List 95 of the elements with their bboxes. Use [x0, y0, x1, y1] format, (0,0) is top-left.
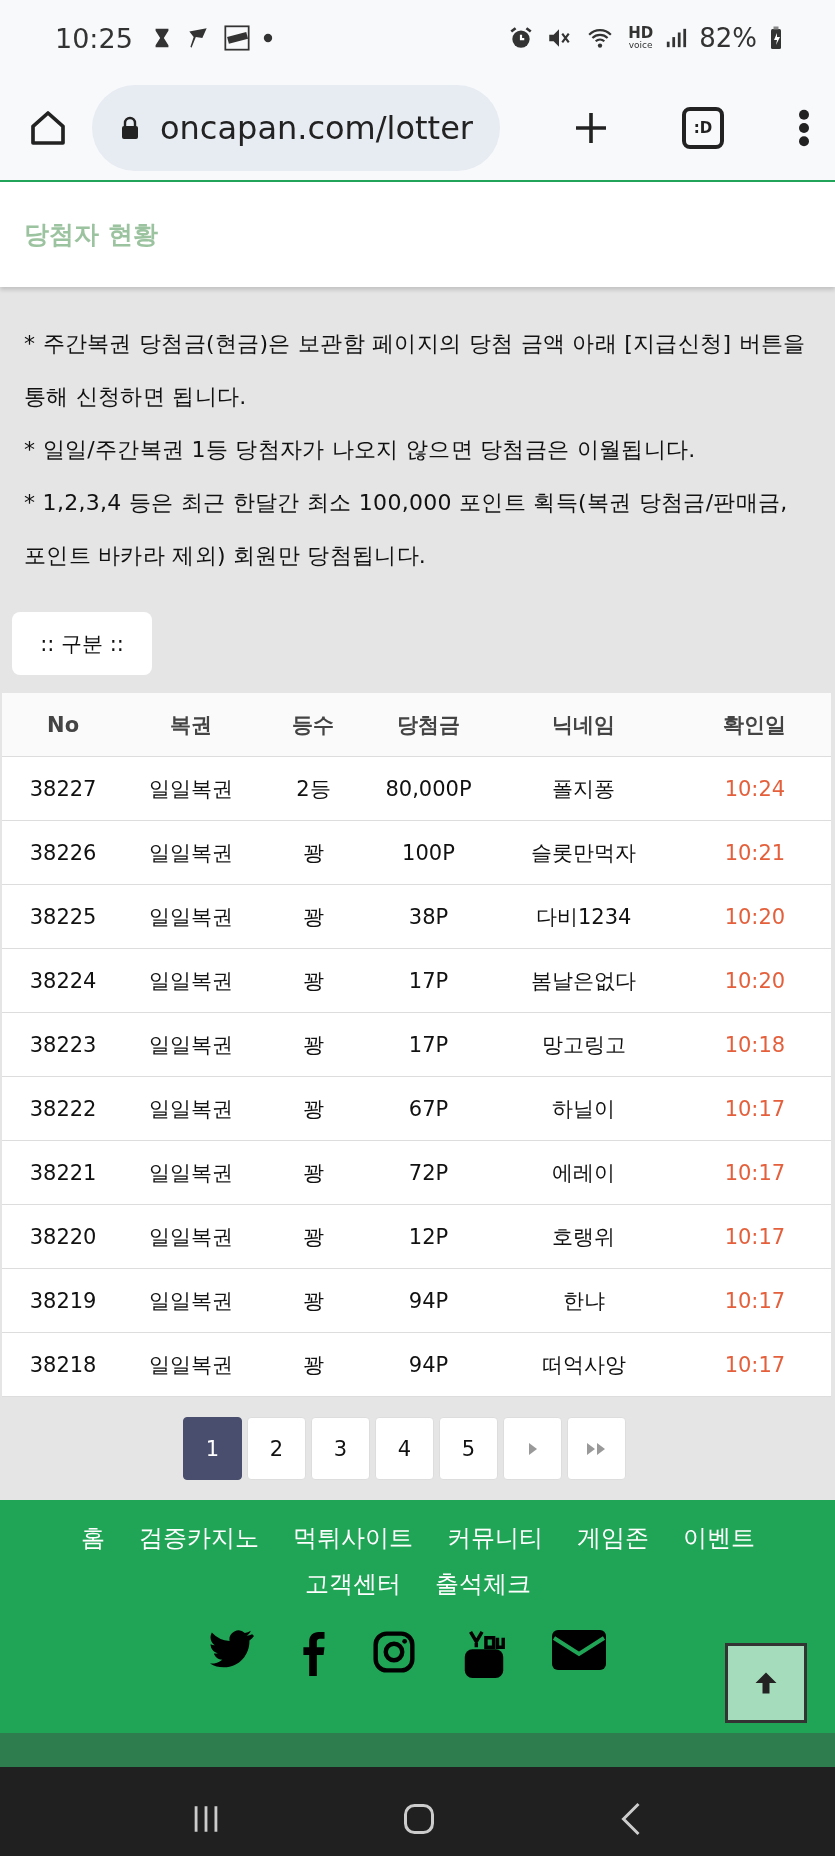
table-cell: 에레이	[488, 1140, 679, 1205]
table-cell: 꽝	[258, 1140, 369, 1205]
column-header: 등수	[258, 693, 369, 757]
mail-icon[interactable]	[551, 1630, 606, 1670]
table-cell: 꽝	[258, 1332, 369, 1397]
tab-switcher[interactable]: :D	[682, 107, 724, 149]
table-cell: 38226	[2, 820, 125, 885]
table-cell: 38P	[368, 884, 489, 949]
table-cell: 꽝	[258, 1012, 369, 1077]
table-cell: 67P	[368, 1076, 489, 1141]
table-cell: 38222	[2, 1076, 125, 1141]
last-page-button[interactable]	[567, 1417, 626, 1480]
table-cell: 꽝	[258, 1076, 369, 1141]
table-cell: 일일복권	[124, 1204, 259, 1269]
table-cell: 꽝	[258, 820, 369, 885]
dot-icon	[262, 33, 273, 43]
table-cell: 72P	[368, 1140, 489, 1205]
table-cell: 떠억사앙	[488, 1332, 679, 1397]
table-cell: 꽝	[258, 1204, 369, 1269]
table-cell: 10:20	[678, 948, 831, 1013]
table-cell: 10:24	[678, 756, 831, 821]
table-cell: 일일복권	[124, 1332, 259, 1397]
table-cell: 꽝	[258, 1268, 369, 1333]
table-cell: 10:17	[678, 1076, 831, 1141]
notice-text: * 주간복권 당첨금(현금)은 보관함 페이지의 당첨 금액 아래 [지급신청] 버튼을 통해 신청하면 됩니다.	[24, 330, 807, 411]
home-icon[interactable]	[28, 108, 68, 148]
table-cell: 38224	[2, 948, 125, 1013]
hd-voice-label: HD voice	[628, 26, 654, 50]
battery-icon	[769, 25, 783, 51]
page-button[interactable]: 4	[375, 1417, 434, 1480]
table-cell: 10:21	[678, 820, 831, 885]
address-bar[interactable]: oncapan.com/lotter	[92, 85, 500, 171]
table-cell: 다비1234	[488, 884, 679, 949]
page-button[interactable]: 3	[311, 1417, 370, 1480]
table-cell: 일일복권	[124, 1076, 259, 1141]
menu-icon[interactable]	[797, 108, 811, 148]
column-header: 복권	[124, 693, 259, 757]
table-cell: 일일복권	[124, 1268, 259, 1333]
table-cell: 10:20	[678, 884, 831, 949]
table-cell: 폴지퐁	[488, 756, 679, 821]
table-cell: 38220	[2, 1204, 125, 1269]
category-button[interactable]: :: 구분 ::	[12, 612, 152, 675]
table-cell: 100P	[368, 820, 489, 885]
table-cell: 80,000P	[368, 756, 489, 821]
signal-icon	[665, 26, 688, 50]
table-cell: 12P	[368, 1204, 489, 1269]
table-cell: 하닐이	[488, 1076, 679, 1141]
app-notification-icon	[222, 24, 251, 52]
column-header: 닉네임	[488, 693, 679, 757]
table-cell: 38227	[2, 756, 125, 821]
bird-icon[interactable]	[209, 1630, 254, 1668]
table-cell: 38225	[2, 884, 125, 949]
table-cell: 일일복권	[124, 884, 259, 949]
new-tab-icon[interactable]	[573, 110, 609, 146]
table-cell: 38218	[2, 1332, 125, 1397]
page-button[interactable]: 5	[439, 1417, 498, 1480]
table-cell: 일일복권	[124, 756, 259, 821]
table-cell: 봄날은없다	[488, 948, 679, 1013]
table-cell: 일일복권	[124, 1012, 259, 1077]
notice-text: * 1,2,3,4 등은 최근 한달간 최소 100,000 포인트 획득(복권 당첨금/판매금, 포인트 바카라 제외) 회원만 당첨됩니다.	[24, 489, 789, 570]
table-cell: 94P	[368, 1332, 489, 1397]
column-header: No	[2, 693, 125, 757]
table-cell: 일일복권	[124, 1140, 259, 1205]
column-header: 확인일	[678, 693, 831, 757]
url-text: oncapan.com/lotter	[160, 109, 473, 147]
page-button[interactable]: 2	[247, 1417, 306, 1480]
scroll-top-button[interactable]	[725, 1643, 807, 1723]
camera-icon[interactable]	[371, 1630, 416, 1674]
table-cell: 10:17	[678, 1332, 831, 1397]
table-cell: 10:18	[678, 1012, 831, 1077]
table-cell: 망고링고	[488, 1012, 679, 1077]
table-cell: 꽝	[258, 884, 369, 949]
column-header: 당첨금	[368, 693, 489, 757]
table-cell: 17P	[368, 948, 489, 1013]
table-cell: 호랭위	[488, 1204, 679, 1269]
table-cell: 일일복권	[124, 948, 259, 1013]
status-time: 10:25	[55, 22, 133, 54]
table-cell: 10:17	[678, 1268, 831, 1333]
next-icon	[526, 1440, 539, 1457]
table-cell: 2등	[258, 756, 369, 821]
table-cell: 일일복권	[124, 820, 259, 885]
table-cell: 38221	[2, 1140, 125, 1205]
table-cell: 꽝	[258, 948, 369, 1013]
page-button[interactable]: 1	[183, 1417, 242, 1480]
table-cell: 슬롯만먹자	[488, 820, 679, 885]
battery-percent: 82%	[699, 23, 757, 53]
table-cell: 10:17	[678, 1204, 831, 1269]
table-cell: 94P	[368, 1268, 489, 1333]
table-cell: 10:17	[678, 1140, 831, 1205]
page-title: 당첨자 현황	[24, 219, 158, 251]
table-cell: 17P	[368, 1012, 489, 1077]
table-cell: 38219	[2, 1268, 125, 1333]
table-cell: 38223	[2, 1012, 125, 1077]
notice-text: * 일일/주간복권 1등 당첨자가 나오지 않으면 당첨금은 이월됩니다.	[24, 436, 697, 464]
table-cell: 한냐	[488, 1268, 679, 1333]
